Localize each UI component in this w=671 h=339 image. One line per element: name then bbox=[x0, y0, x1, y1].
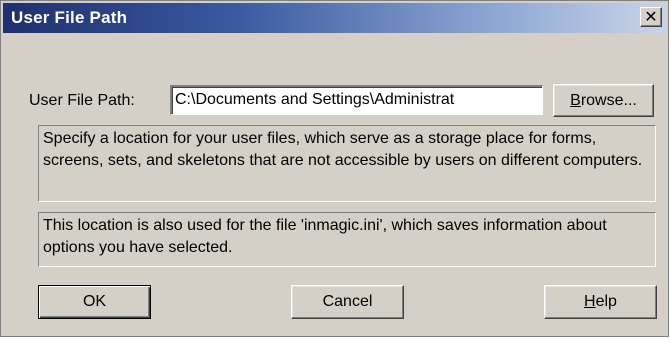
ok-label: OK bbox=[82, 293, 107, 310]
browse-label: Browse... bbox=[570, 91, 637, 109]
close-icon: ✕ bbox=[644, 9, 658, 26]
user-file-path-dialog: User File Path ✕ User File Path: C:\Docu… bbox=[0, 0, 669, 337]
help-label: Help bbox=[584, 293, 617, 310]
user-files-description: Specify a location for your user files, … bbox=[38, 125, 656, 202]
window-title: User File Path bbox=[11, 8, 128, 27]
browse-button[interactable]: Browse... bbox=[553, 84, 654, 117]
close-button[interactable]: ✕ bbox=[640, 7, 662, 27]
user-file-path-input[interactable]: C:\Documents and Settings\Administrat bbox=[170, 85, 543, 115]
help-button[interactable]: Help bbox=[544, 285, 657, 319]
ini-file-note: This location is also used for the file … bbox=[38, 212, 656, 267]
user-file-path-label: User File Path: bbox=[29, 92, 135, 109]
cancel-button[interactable]: Cancel bbox=[291, 285, 404, 319]
ok-button[interactable]: OK bbox=[38, 285, 151, 319]
title-bar[interactable]: User File Path ✕ bbox=[3, 3, 666, 33]
cancel-label: Cancel bbox=[322, 293, 373, 310]
